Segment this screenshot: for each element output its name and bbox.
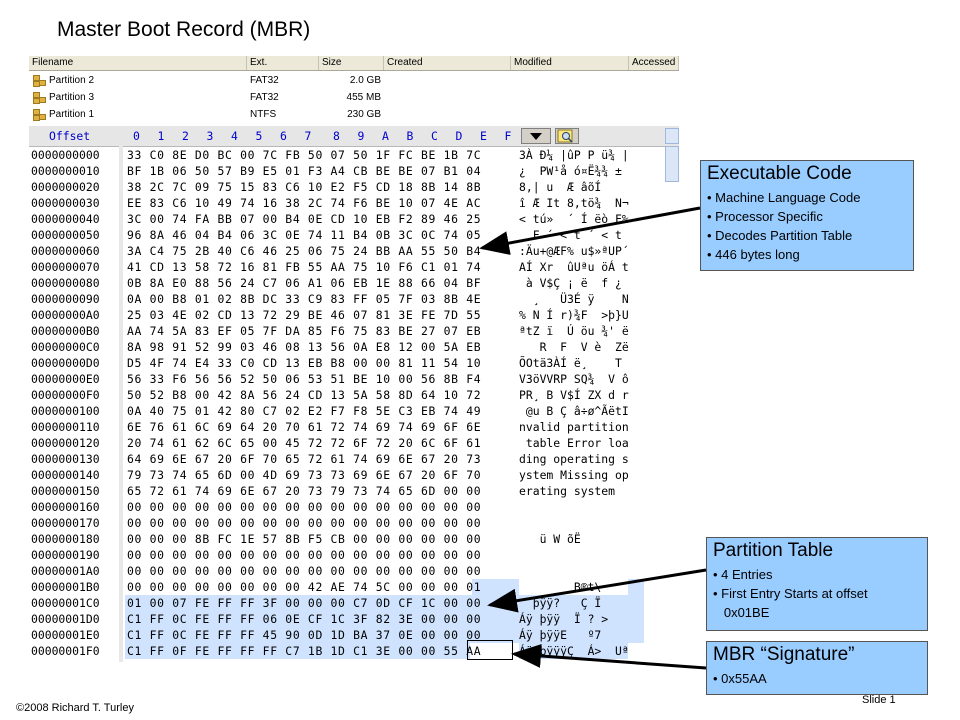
arrow-executable bbox=[479, 206, 701, 255]
slide-number: Slide 1 bbox=[862, 694, 896, 706]
callout-arrows bbox=[479, 206, 707, 670]
arrow-signature bbox=[511, 643, 707, 670]
copyright: ©2008 Richard T. Turley bbox=[16, 702, 134, 714]
arrow-partition bbox=[487, 568, 707, 613]
